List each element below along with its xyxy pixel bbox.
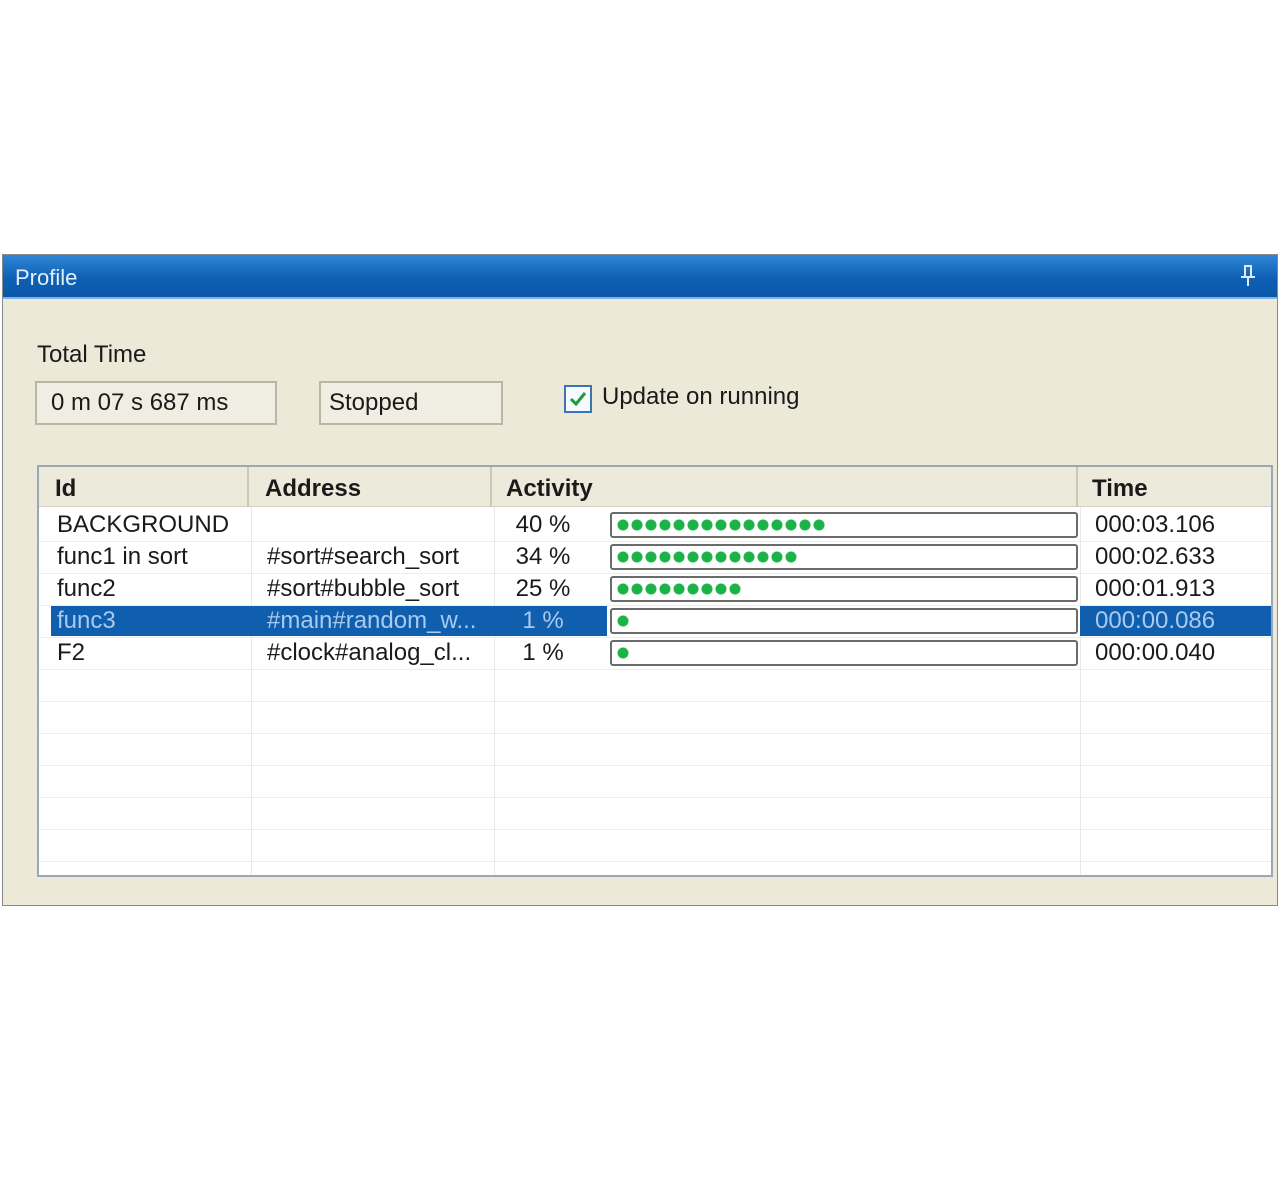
cell-activity-percent: 1 % <box>522 639 564 666</box>
table-row[interactable]: func1 in sort #sort#search_sort 34 % 000:02… <box>39 541 1271 573</box>
cell-address: #main#random_w... <box>267 607 477 634</box>
column-header-id[interactable]: Id <box>39 467 249 507</box>
cell-time: 000:00.040 <box>1095 639 1216 666</box>
activity-bar <box>610 512 1078 538</box>
profile-window: Profile Total Time 0 m 07 s 687 ms Stopp… <box>2 254 1278 906</box>
cell-address <box>267 509 489 541</box>
activity-bar-fill <box>616 615 630 627</box>
cell-activity-percent: 1 % <box>522 607 564 634</box>
grid-line <box>39 861 1271 862</box>
activity-bar-fill <box>616 583 742 595</box>
cell-address: #clock#analog_cl... <box>267 639 472 666</box>
cell-id: func2 <box>57 575 116 602</box>
cell-id: func1 in sort <box>57 543 188 570</box>
total-time-label: Total Time <box>37 341 147 368</box>
activity-bar <box>610 544 1078 570</box>
pin-icon[interactable] <box>1241 263 1255 287</box>
status-field: Stopped <box>319 381 503 425</box>
cell-time: 000:00.086 <box>1095 607 1216 634</box>
activity-bar <box>610 576 1078 602</box>
activity-bar-fill <box>616 519 826 531</box>
activity-bar <box>610 640 1078 666</box>
column-header-address[interactable]: Address <box>249 467 492 507</box>
grid-line <box>39 669 1271 670</box>
table-row[interactable]: func3 #main#random_w... 1 % 000:00.086 <box>39 605 1271 637</box>
grid-line <box>39 797 1271 798</box>
grid-line <box>39 701 1271 702</box>
cell-id: func3 <box>57 607 116 634</box>
table-row[interactable]: F2 #clock#analog_cl... 1 % 000:00.040 <box>39 637 1271 669</box>
cell-id: BACKGROUND <box>57 511 230 538</box>
window-title: Profile <box>15 265 78 290</box>
total-time-field: 0 m 07 s 687 ms <box>35 381 277 425</box>
cell-activity-percent: 34 % <box>515 543 571 570</box>
activity-bar-fill <box>616 647 630 659</box>
activity-bar <box>610 608 1078 634</box>
cell-activity-percent: 25 % <box>515 575 571 602</box>
column-header-time[interactable]: Time <box>1078 467 1271 507</box>
grid-line <box>39 733 1271 734</box>
table-header: Id Address Activity Time <box>39 467 1271 507</box>
cell-activity-percent: 40 % <box>515 511 571 538</box>
checkbox-label: Update on running <box>602 383 800 410</box>
activity-bar-fill <box>616 551 798 563</box>
cell-time: 000:02.633 <box>1095 543 1216 570</box>
column-header-activity[interactable]: Activity <box>492 467 1078 507</box>
cell-id: F2 <box>57 639 86 666</box>
title-bar: Profile <box>3 255 1277 299</box>
profile-table[interactable]: Id Address Activity Time BACKGROUND 40 % 0… <box>37 465 1273 877</box>
cell-time: 000:01.913 <box>1095 575 1216 602</box>
grid-line <box>39 829 1271 830</box>
checkmark-icon <box>569 392 587 407</box>
checkbox-box[interactable] <box>564 385 592 413</box>
table-row[interactable]: BACKGROUND 40 % 000:03.106 <box>39 509 1271 541</box>
cell-address: #sort#search_sort <box>267 543 460 570</box>
cell-time: 000:03.106 <box>1095 511 1216 538</box>
table-row[interactable]: func2 #sort#bubble_sort 25 % 000:01.913 <box>39 573 1271 605</box>
grid-line <box>39 765 1271 766</box>
cell-address: #sort#bubble_sort <box>267 575 460 602</box>
